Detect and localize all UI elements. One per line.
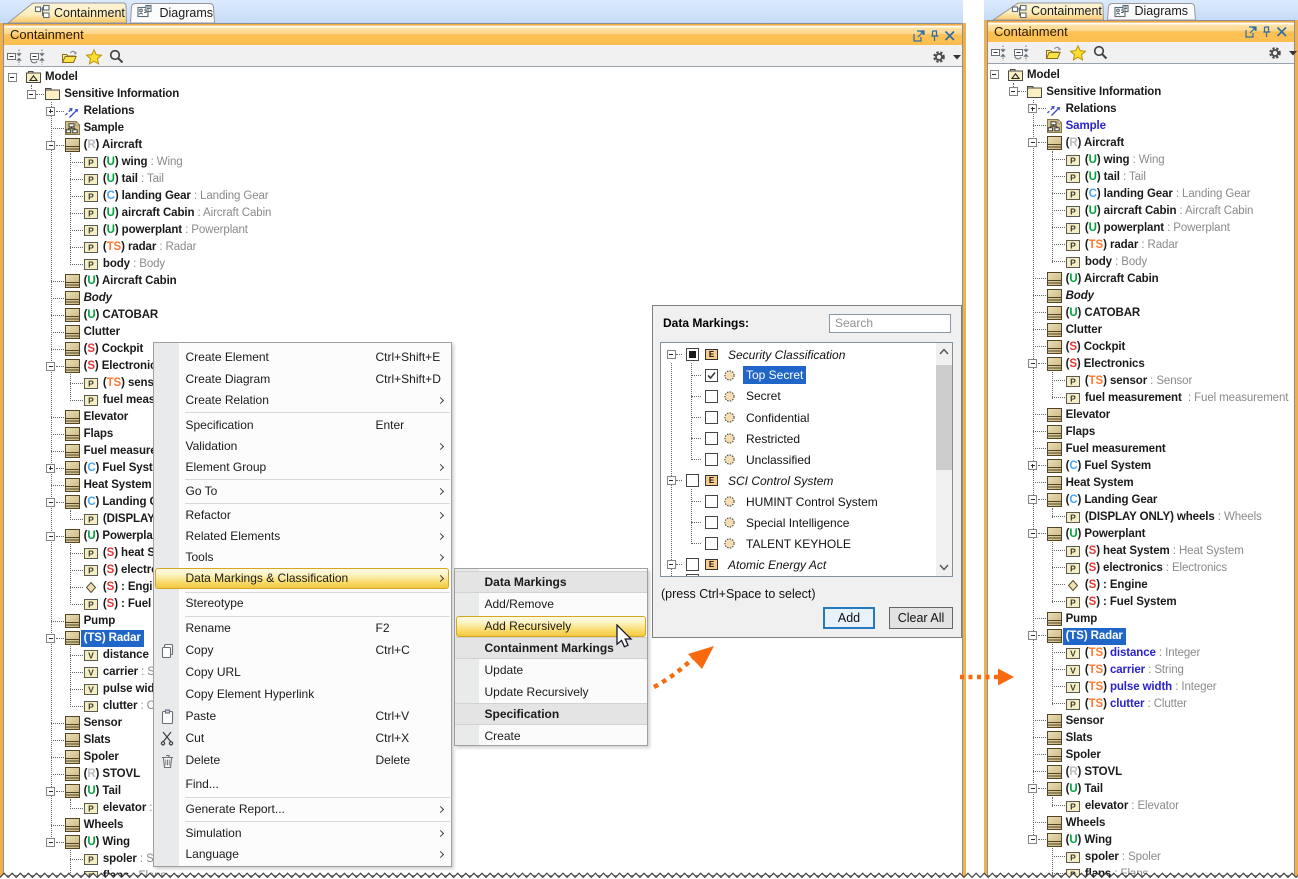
svg-text:P: P xyxy=(88,209,94,219)
svg-text:P: P xyxy=(88,600,94,610)
svg-text:P: P xyxy=(1070,376,1076,386)
svg-text:P: P xyxy=(88,566,94,576)
svg-text:P: P xyxy=(1070,393,1076,403)
svg-text:P: P xyxy=(88,702,94,712)
svg-text:P: P xyxy=(88,396,94,406)
svg-text:P: P xyxy=(1070,512,1076,522)
svg-text:P: P xyxy=(88,855,94,865)
svg-text:P: P xyxy=(1070,206,1076,216)
svg-text:P: P xyxy=(88,260,94,270)
svg-text:V: V xyxy=(1070,665,1076,675)
svg-text:P: P xyxy=(1070,155,1076,165)
svg-text:P: P xyxy=(1070,852,1076,862)
svg-text:P: P xyxy=(88,158,94,168)
svg-text:P: P xyxy=(1070,597,1076,607)
svg-text:P: P xyxy=(1070,257,1076,267)
svg-text:P: P xyxy=(1070,240,1076,250)
svg-text:P: P xyxy=(1070,223,1076,233)
svg-text:V: V xyxy=(88,668,94,678)
svg-text:P: P xyxy=(1070,699,1076,709)
svg-text:P: P xyxy=(1070,189,1076,199)
svg-text:P: P xyxy=(88,515,94,525)
svg-text:V: V xyxy=(1070,682,1076,692)
svg-text:P: P xyxy=(88,549,94,559)
svg-text:P: P xyxy=(1070,801,1076,811)
svg-text:V: V xyxy=(88,685,94,695)
svg-text:P: P xyxy=(88,175,94,185)
svg-text:V: V xyxy=(1070,648,1076,658)
svg-text:P: P xyxy=(88,226,94,236)
svg-text:P: P xyxy=(88,192,94,202)
svg-text:P: P xyxy=(88,379,94,389)
svg-text:V: V xyxy=(88,651,94,661)
svg-text:P: P xyxy=(1070,546,1076,556)
svg-text:P: P xyxy=(1070,563,1076,573)
svg-text:P: P xyxy=(1070,172,1076,182)
svg-text:P: P xyxy=(88,804,94,814)
svg-text:P: P xyxy=(88,243,94,253)
